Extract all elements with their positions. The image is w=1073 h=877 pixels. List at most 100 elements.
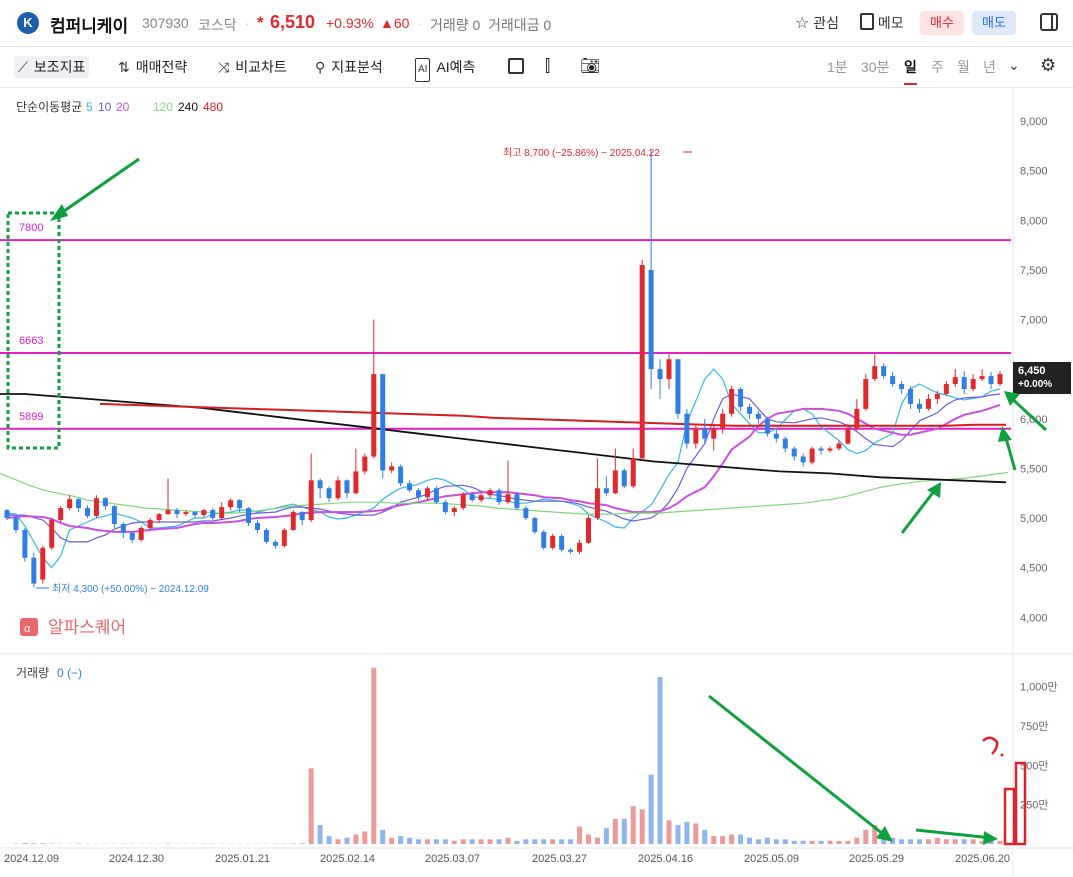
side-panel-icon[interactable] xyxy=(1040,13,1058,31)
memo-button[interactable]: 메모 xyxy=(860,13,904,33)
candle-body xyxy=(782,438,788,449)
volume-bar xyxy=(612,818,618,844)
candle-body xyxy=(58,508,64,521)
candle-body xyxy=(836,443,842,449)
candle-body xyxy=(317,480,323,489)
candle-body xyxy=(40,547,46,580)
candle-body xyxy=(263,529,269,542)
ai-predict-button[interactable]: AI AI예측 xyxy=(415,56,475,82)
volume-title: 거래량 xyxy=(16,666,49,680)
chevron-down-icon[interactable]: ⌄ xyxy=(1008,57,1020,74)
candle-body xyxy=(183,512,189,515)
candle-body xyxy=(424,488,430,498)
tool-label: 매매전략 xyxy=(135,59,188,75)
candle-body xyxy=(76,499,82,509)
candle-body xyxy=(246,508,252,524)
change-percent: +0.93% xyxy=(326,15,374,31)
candle-body xyxy=(13,518,19,530)
candle-body xyxy=(827,448,833,451)
period-day[interactable]: 일 xyxy=(904,57,917,85)
candle-body xyxy=(541,531,547,548)
candle-body xyxy=(147,520,153,528)
indicator-button[interactable]: ⟋ 보조지표 xyxy=(14,56,90,78)
square-draw-icon[interactable] xyxy=(508,58,524,74)
period-30min[interactable]: 30분 xyxy=(861,57,889,77)
candle-body xyxy=(192,512,198,516)
volume-bar xyxy=(22,843,28,844)
annotation-arrow xyxy=(708,694,889,840)
candle-body xyxy=(308,480,314,521)
candle-body xyxy=(487,490,493,496)
date-tick-label: 2025.01.21 xyxy=(215,853,270,865)
candle-body xyxy=(747,406,753,414)
change-amount: ▲60 xyxy=(380,15,410,31)
candle-body xyxy=(469,494,475,501)
candle-body xyxy=(585,518,591,543)
volume-bar xyxy=(970,839,976,844)
candle-body xyxy=(433,488,439,503)
period-year[interactable]: 년 xyxy=(983,57,996,77)
low-price-label: 최저 4,300 (+50.00%) − 2024.12.09 xyxy=(52,583,209,595)
camera-icon[interactable]: 📷︎ xyxy=(580,56,600,78)
volume-bar xyxy=(416,839,422,844)
volume-bar xyxy=(299,843,305,844)
volume-bar xyxy=(621,818,627,844)
ai-chip-icon: AI xyxy=(415,58,431,82)
candle-body xyxy=(505,494,511,503)
volume-bar xyxy=(648,774,654,844)
ma-legend: 단순이동평균 5 10 20 120 240 480 xyxy=(16,100,223,114)
candle-body xyxy=(916,403,922,409)
memo-label: 메모 xyxy=(877,15,904,31)
volume-bar xyxy=(720,836,726,844)
candle-body xyxy=(684,413,690,444)
candle-body xyxy=(254,523,260,530)
ma-line-120 xyxy=(0,471,1009,515)
buy-button[interactable]: 매수 xyxy=(920,11,964,35)
period-month[interactable]: 월 xyxy=(957,57,970,77)
period-1min[interactable]: 1분 xyxy=(827,57,848,77)
ma-legend-10: 10 xyxy=(98,100,112,114)
candle-body xyxy=(523,508,529,519)
candle-body xyxy=(702,428,708,439)
separator-dot: · xyxy=(418,15,423,31)
candle-type-icon[interactable]: ⫿ xyxy=(545,56,550,78)
annotation-question-mark xyxy=(982,736,999,755)
analysis-button[interactable]: ⚲ 지표분석 xyxy=(315,56,383,78)
settings-gear-icon[interactable]: ⚙ xyxy=(1040,55,1056,76)
candle-body xyxy=(890,376,896,385)
candle-body xyxy=(845,428,851,444)
annotation-question-dot xyxy=(1000,753,1004,757)
date-tick-label: 2025.05.29 xyxy=(849,853,904,865)
candle-body xyxy=(219,507,225,519)
current-price-tag: 6,450 +0.00% xyxy=(1013,362,1071,394)
sell-button[interactable]: 매도 xyxy=(972,11,1016,35)
candle-body xyxy=(925,398,931,409)
candle-body xyxy=(854,408,860,429)
volume-bar xyxy=(362,831,368,844)
candle-body xyxy=(129,532,135,540)
candle-body xyxy=(416,490,422,498)
candle-body xyxy=(872,366,878,380)
volume-bar xyxy=(908,839,914,844)
volume-bar xyxy=(559,839,565,844)
candle-body xyxy=(675,359,681,414)
volume-bar xyxy=(916,839,922,844)
watch-button[interactable]: ☆ 관심 xyxy=(795,13,839,33)
candle-body xyxy=(791,448,797,457)
period-week[interactable]: 주 xyxy=(931,57,944,77)
chart-canvas[interactable]: 단순이동평균 5 10 20 120 240 480 780066635899 … xyxy=(0,88,1073,877)
strategy-button[interactable]: ⇅ 매매전략 xyxy=(118,56,187,78)
compare-button[interactable]: ⤨ 비교차트 xyxy=(218,56,287,78)
date-tick-label: 2024.12.09 xyxy=(4,853,59,865)
volume-bar xyxy=(764,837,770,844)
candle-body xyxy=(496,490,502,503)
annotation-arrow xyxy=(53,157,140,220)
tool-label: 비교차트 xyxy=(235,59,287,75)
volume-bar xyxy=(657,677,663,844)
candle-body xyxy=(237,500,243,509)
ma-legend-title: 단순이동평균 xyxy=(16,100,82,114)
candle-body xyxy=(174,510,180,515)
stock-name: 컴퍼니케이 xyxy=(50,17,129,36)
volume-bar xyxy=(317,825,323,844)
candle-body xyxy=(738,389,744,407)
